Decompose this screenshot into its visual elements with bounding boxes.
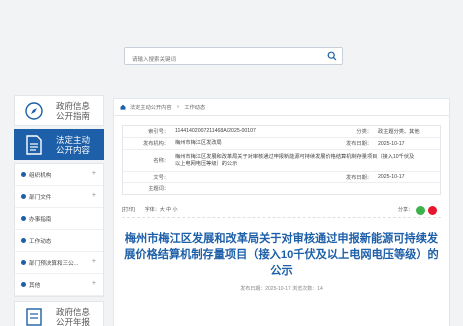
home-icon[interactable] <box>120 104 126 110</box>
metadata-value: 政主题分类、其他 <box>378 129 420 135</box>
submenu-item-label: 办事指南 <box>29 216 52 223</box>
share-label: 分享： <box>397 207 413 213</box>
expand-icon[interactable]: + <box>92 192 96 199</box>
font-size-control[interactable]: 字体：大 中 小 <box>145 206 178 213</box>
metadata-key: 发布日期： <box>346 174 372 181</box>
expand-icon[interactable]: + <box>92 280 96 287</box>
weibo-icon[interactable] <box>428 206 437 215</box>
article-panel: 法定主动公开内容 » 工作动态 索引号： 11441402007211468A/… <box>113 98 450 326</box>
submenu-item-docs[interactable]: 部门文件 + <box>15 186 103 208</box>
sidebar-card-label: 政府信息公开指南 <box>55 100 90 121</box>
submenu-item-label: 组织机构 <box>29 172 52 179</box>
bullet-icon <box>21 260 26 265</box>
bullet-icon <box>21 194 26 199</box>
metadata-value: 2025-10-17 <box>378 140 405 147</box>
submenu-item-other[interactable]: 其他 + <box>15 274 103 296</box>
wechat-icon[interactable] <box>416 206 425 215</box>
submenu-item-org[interactable]: 组织机构 + <box>15 164 103 186</box>
metadata-table: 索引号： 11441402007211468A/2025-00107 分类： 政… <box>122 125 441 195</box>
metadata-value: 11441402007211468A/2025-00107 <box>175 128 256 134</box>
metadata-row: 文号： 发布日期： 2025-10-17 <box>123 172 440 183</box>
search-box[interactable] <box>124 47 343 68</box>
search-input[interactable] <box>125 52 315 68</box>
metadata-key: 索引号： <box>148 129 169 135</box>
expand-icon[interactable]: + <box>92 258 96 265</box>
sidebar-submenu: 组织机构 + 部门文件 + 办事指南 工作动态 部门预决算和三公... + 其他… <box>14 163 104 297</box>
sidebar-card-annual-report[interactable]: 政府信息公开年报 <box>14 301 104 326</box>
bullet-icon <box>21 172 26 177</box>
metadata-value: 2025-10-17 <box>378 174 405 180</box>
metadata-key: 名称： <box>153 158 169 164</box>
metadata-row: 主题词： <box>123 183 440 194</box>
metadata-key: 文号： <box>153 174 169 181</box>
sidebar-card-mandatory[interactable]: 法定主动公开内容 <box>14 129 104 160</box>
sidebar-card-label: 政府信息公开年报 <box>55 306 90 326</box>
submenu-item-label: 其他 <box>29 282 41 289</box>
metadata-value: 梅州市梅江区发展和改革局关于对审核通过申报新能源可持续发展价格结算机制存量项目（… <box>175 153 415 167</box>
metadata-key: 发布机构： <box>143 141 169 147</box>
metadata-key: 主题词： <box>148 186 169 192</box>
article-pubinfo: 发布日期：2025-10-17 浏览次数：14 <box>240 286 323 292</box>
submenu-item-news[interactable]: 工作动态 <box>15 230 103 252</box>
sidebar-card-label: 法定主动公开内容 <box>55 134 90 155</box>
submenu-item-budget[interactable]: 部门预决算和三公... + <box>15 252 103 274</box>
expand-icon[interactable]: + <box>92 170 96 177</box>
sidebar: 政府信息公开指南 法定主动公开内容 组织机构 + 部门文件 + 办事指南 工作动… <box>14 95 104 326</box>
metadata-key: 发布日期： <box>346 141 372 147</box>
bullet-icon <box>21 216 26 221</box>
breadcrumb-link[interactable]: 法定主动公开内容 <box>130 104 172 111</box>
metadata-value <box>175 172 342 182</box>
article-title: 梅州市梅江区发展和改革局关于对审核通过申报新能源可持续发展价格结算机制存量项目（… <box>124 233 439 277</box>
metadata-row: 发布机构： 梅州市梅江区发改局 发布日期： 2025-10-17 <box>123 138 440 150</box>
share-group: 分享： <box>398 206 437 215</box>
document-icon <box>23 134 45 156</box>
submenu-item-label: 部门文件 <box>29 194 52 201</box>
metadata-value: 梅州市梅江区发改局 <box>175 140 222 146</box>
search-icon[interactable] <box>327 51 337 61</box>
compass-icon <box>23 100 45 122</box>
bullet-icon <box>21 238 26 243</box>
submenu-item-guide[interactable]: 办事指南 <box>15 208 103 230</box>
breadcrumb-link[interactable]: 工作动态 <box>184 104 205 111</box>
bullet-icon <box>21 282 26 287</box>
metadata-row: 名称： 梅州市梅江区发展和改革局关于对审核通过申报新能源可持续发展价格结算机制存… <box>123 150 440 172</box>
print-button[interactable]: [打印] <box>122 206 135 213</box>
breadcrumb: 法定主动公开内容 » 工作动态 <box>114 99 449 116</box>
metadata-value <box>175 183 440 194</box>
submenu-item-label: 部门预决算和三公... <box>29 260 79 267</box>
submenu-item-label: 工作动态 <box>29 238 52 245</box>
report-icon <box>23 306 45 326</box>
sidebar-card-guide[interactable]: 政府信息公开指南 <box>14 95 104 126</box>
metadata-row: 索引号： 11441402007211468A/2025-00107 分类： 政… <box>123 126 440 138</box>
breadcrumb-separator: » <box>176 104 180 110</box>
article-toolbar: [打印] 字体：大 中 小 分享： <box>122 205 441 218</box>
metadata-key: 分类： <box>356 129 372 135</box>
